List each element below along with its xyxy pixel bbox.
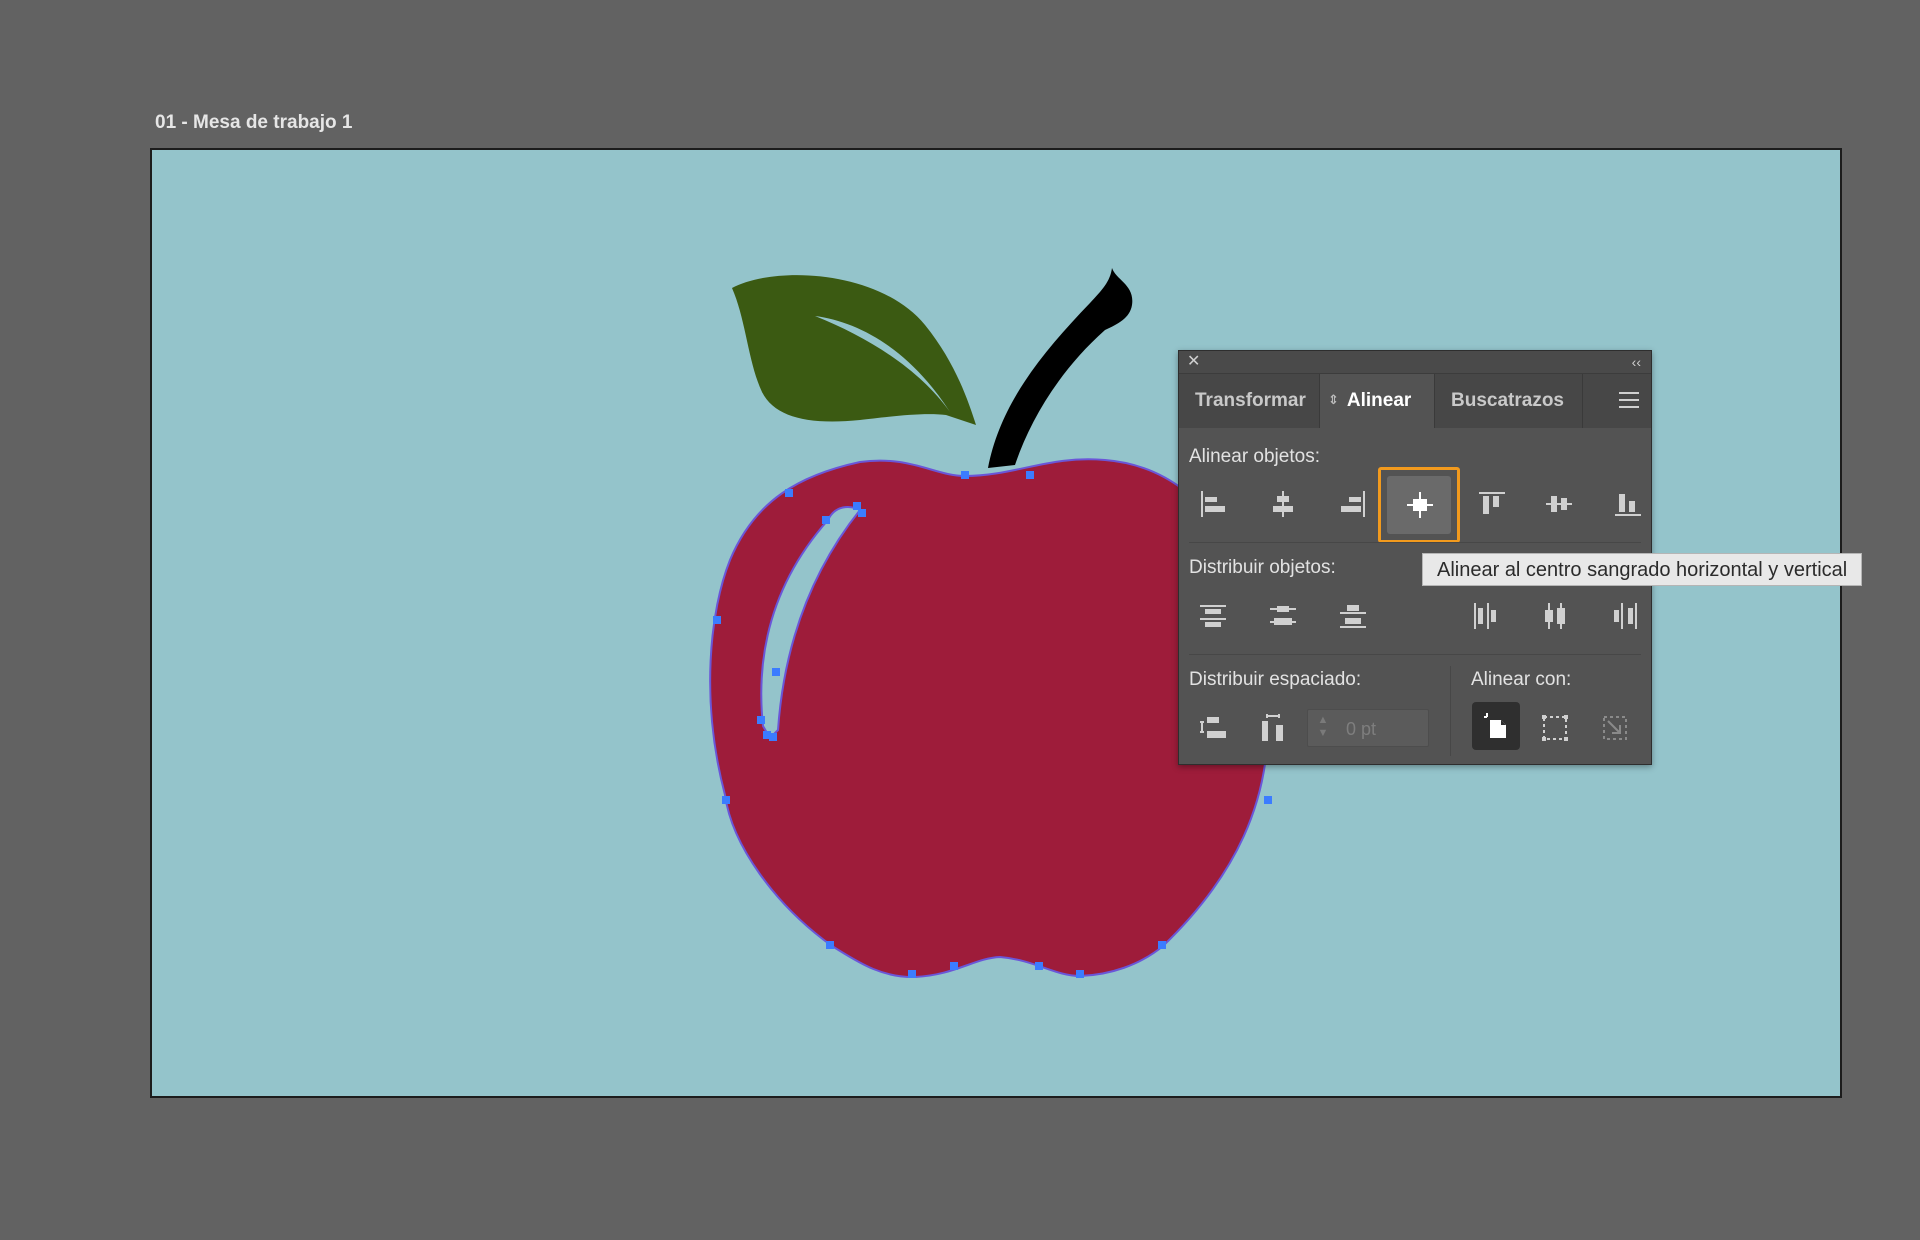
align-horizontal-center-icon <box>1273 491 1293 517</box>
align-right-icon <box>1341 491 1365 517</box>
align-vertical-center-button[interactable] <box>1529 474 1589 534</box>
distribute-top-icon <box>1200 605 1226 627</box>
align-to-selection-button[interactable] <box>1525 698 1585 758</box>
double-chevron-left-icon[interactable]: ‹‹ <box>1632 351 1641 373</box>
align-bottom-button[interactable] <box>1598 474 1658 534</box>
vertical-distribute-space-icon <box>1200 717 1226 738</box>
align-center-bleed-button[interactable] <box>1378 467 1460 543</box>
distribute-right-icon <box>1614 603 1637 629</box>
stem[interactable] <box>988 268 1133 468</box>
distribute-horizontal-center-icon <box>1545 603 1565 629</box>
align-to-key-object-button[interactable] <box>1585 698 1645 758</box>
distribute-left-icon <box>1474 603 1496 629</box>
align-to-selection-icon <box>1542 715 1568 741</box>
align-to-key-object-icon <box>1603 716 1627 740</box>
vertical-distribute-space-button[interactable] <box>1183 698 1243 758</box>
panel-tabs: Transformar ⇕ Alinear Buscatrazos <box>1179 374 1651 428</box>
distribute-left-button[interactable] <box>1455 586 1515 646</box>
distribute-top-button[interactable] <box>1183 586 1243 646</box>
align-to-artboard-icon <box>1484 713 1506 738</box>
divider <box>1189 654 1641 655</box>
align-center-bleed-icon <box>1407 492 1433 518</box>
spacing-stepper-icon[interactable]: ▲ ▼ <box>1314 714 1332 740</box>
distribute-bottom-button[interactable] <box>1323 586 1383 646</box>
hamburger-menu-icon[interactable] <box>1619 392 1639 413</box>
divider <box>1189 542 1641 543</box>
align-vertical-center-icon <box>1546 496 1572 512</box>
tab-transformar[interactable]: Transformar <box>1179 374 1320 428</box>
align-to-artboard-button[interactable] <box>1472 702 1520 750</box>
align-horizontal-center-button[interactable] <box>1253 474 1313 534</box>
distribute-objects-label: Distribuir objetos: <box>1189 557 1336 578</box>
close-icon[interactable]: ✕ <box>1187 351 1200 373</box>
distribute-vertical-center-button[interactable] <box>1253 586 1313 646</box>
distribute-right-button[interactable] <box>1595 586 1655 646</box>
tab-alinear[interactable]: ⇕ Alinear <box>1320 374 1435 428</box>
leaf[interactable] <box>732 275 976 425</box>
horizontal-distribute-space-button[interactable] <box>1243 698 1303 758</box>
spacing-value-input[interactable] <box>1344 716 1428 742</box>
distribute-spacing-field[interactable]: ▲ ▼ <box>1307 709 1429 747</box>
tab-label: Alinear <box>1346 390 1412 411</box>
divider <box>1450 666 1451 756</box>
align-left-button[interactable] <box>1183 474 1243 534</box>
tab-label: Transformar <box>1195 390 1306 411</box>
align-bottom-icon <box>1615 494 1641 516</box>
align-objects-label: Alinear objetos: <box>1189 446 1320 467</box>
tooltip: Alinear al centro sangrado horizontal y … <box>1422 553 1863 586</box>
horizontal-distribute-space-icon <box>1262 714 1283 741</box>
panel-title-bar[interactable]: ✕ ‹‹ <box>1179 351 1651 374</box>
align-top-button[interactable] <box>1462 474 1522 534</box>
distribute-spacing-label: Distribuir espaciado: <box>1189 669 1362 690</box>
tab-label: Buscatrazos <box>1451 390 1564 411</box>
align-right-button[interactable] <box>1323 474 1383 534</box>
align-left-icon <box>1201 491 1225 517</box>
tab-buscatrazos[interactable]: Buscatrazos <box>1435 374 1583 428</box>
align-to-label: Alinear con: <box>1471 669 1572 690</box>
distribute-horizontal-center-button[interactable] <box>1525 586 1585 646</box>
align-top-icon <box>1479 492 1505 514</box>
tab-arrows-icon: ⇕ <box>1328 392 1339 407</box>
distribute-vertical-center-icon <box>1270 606 1296 625</box>
distribute-bottom-icon <box>1340 605 1366 628</box>
